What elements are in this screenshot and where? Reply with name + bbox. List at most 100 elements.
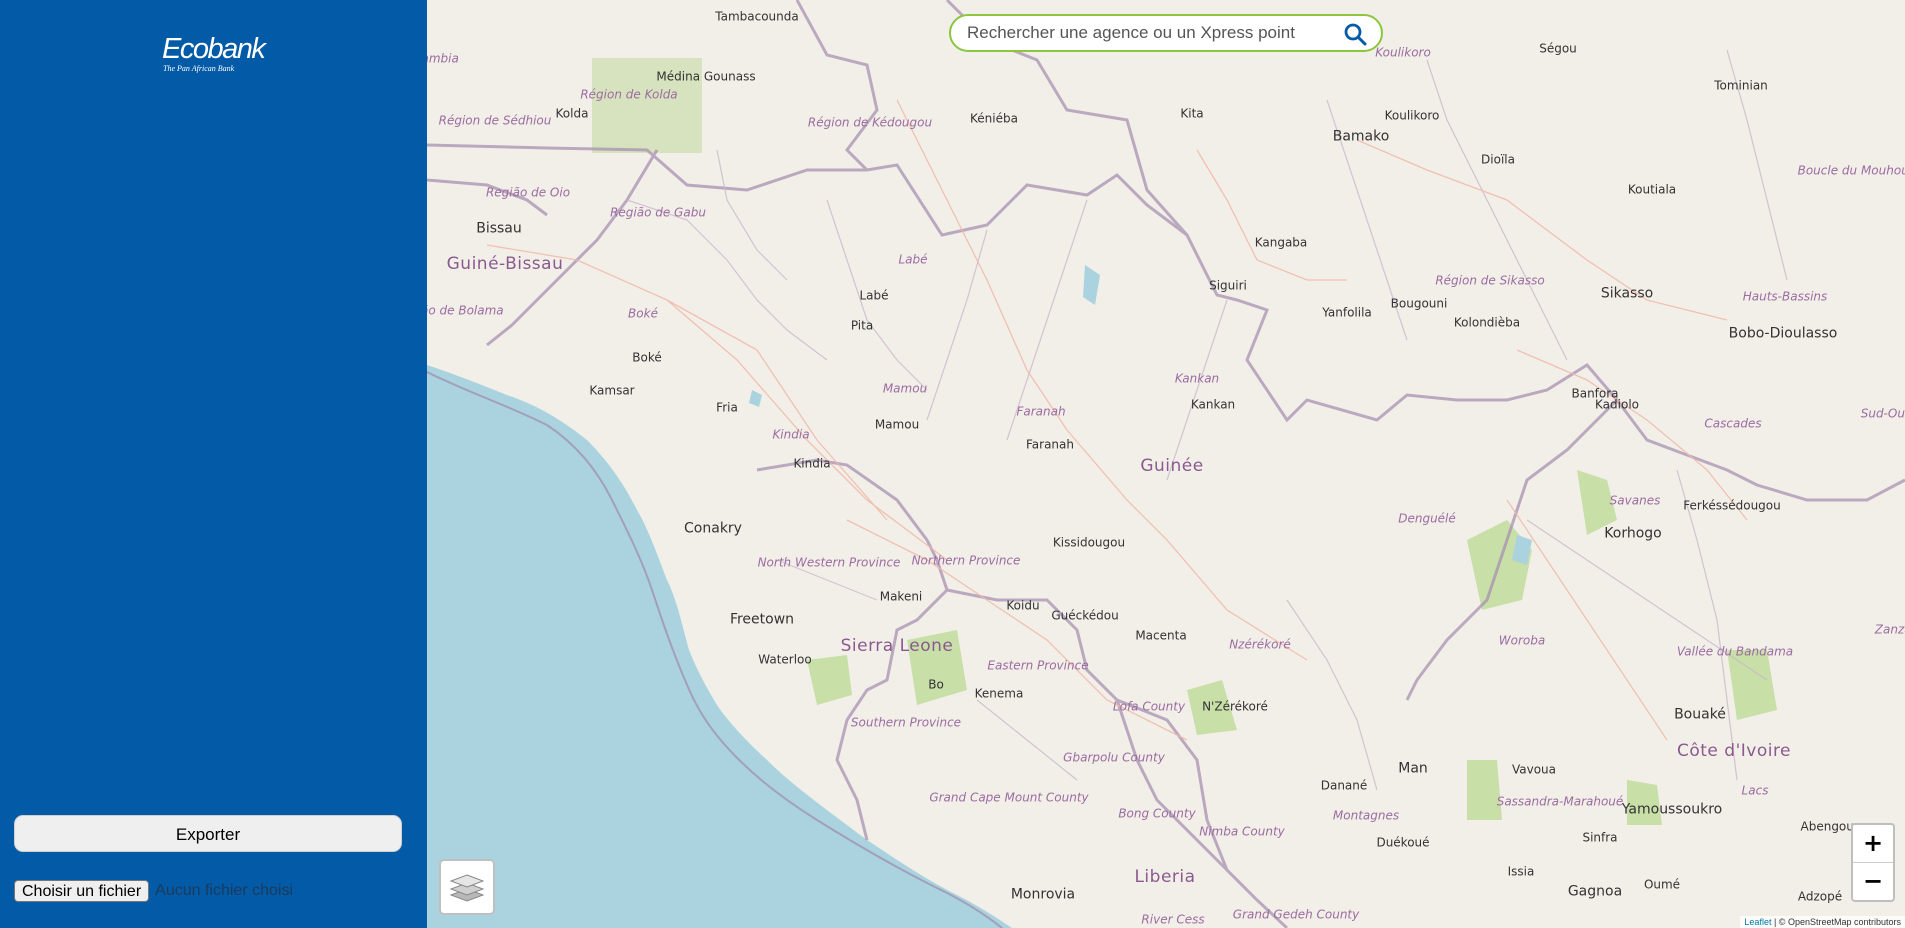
- zoom-out-button[interactable]: −: [1853, 863, 1893, 900]
- search-input[interactable]: [967, 22, 1327, 44]
- city-label: Kangaba: [1254, 235, 1308, 250]
- region-label: Nzérékoré: [1229, 637, 1291, 652]
- city-label-bissau: Bissau: [476, 220, 522, 237]
- city-label: Macenta: [1135, 628, 1187, 643]
- region-label: Zanzan: [1874, 622, 1905, 637]
- zoom-control: + −: [1851, 823, 1895, 902]
- city-label: Duékoué: [1376, 835, 1430, 850]
- region-label: Sud-Ouest: [1860, 406, 1905, 421]
- region-label: Labé: [898, 252, 928, 267]
- region-label: Denguélé: [1398, 511, 1456, 526]
- region-label: Mamou: [882, 381, 928, 396]
- city-label: Bo: [928, 677, 944, 692]
- region-label: Région de Kédougou: [807, 115, 933, 130]
- city-label: Ferkéssédougou: [1683, 498, 1781, 513]
- city-label: Tambacounda: [715, 9, 799, 24]
- city-label: Faranah: [1025, 437, 1075, 452]
- region-label: Eastern Province: [987, 658, 1089, 673]
- city-label-monrovia: Monrovia: [1010, 886, 1076, 903]
- region-label: Région de Sikasso: [1435, 273, 1545, 288]
- region-label: Cascades: [1704, 416, 1762, 431]
- city-label: Danané: [1320, 778, 1368, 793]
- region-label: Bong County: [1118, 806, 1196, 821]
- city-label: N'Zérékoré: [1202, 699, 1268, 714]
- city-label: Koutiala: [1627, 182, 1677, 197]
- city-label: Kenema: [974, 686, 1024, 701]
- city-label: Ségou: [1539, 41, 1577, 56]
- export-button[interactable]: Exporter: [14, 815, 402, 852]
- region-label: Hauts-Bassins: [1742, 289, 1828, 304]
- region-label: Boucle du Mouhoun: [1797, 163, 1905, 178]
- city-label: Waterloo: [758, 652, 812, 667]
- city-label: Kankan: [1190, 397, 1236, 412]
- city-label: Man: [1398, 760, 1428, 777]
- region-label: Lofa County: [1112, 699, 1186, 714]
- region-label: Kankan: [1174, 371, 1220, 386]
- region-label: Faranah: [1016, 404, 1066, 419]
- city-label: Vavoua: [1511, 762, 1557, 777]
- city-label-freetown: Freetown: [729, 611, 795, 628]
- region-label: Sassandra-Marahoué: [1496, 794, 1624, 809]
- lake: [1083, 265, 1100, 305]
- city-label-bamako: Bamako: [1332, 128, 1390, 145]
- leaflet-link[interactable]: Leaflet: [1744, 917, 1771, 927]
- region-label: Vallée du Bandama: [1676, 644, 1794, 659]
- region-label: River Cess: [1141, 912, 1205, 927]
- ecobank-logo: Ecobank The Pan African Bank: [162, 33, 266, 73]
- city-label: Gagnoa: [1567, 883, 1623, 900]
- country-label-cote-divoire: Côte d'Ivoire: [1676, 741, 1792, 762]
- city-label: Sikasso: [1600, 285, 1654, 302]
- region-label: Savanes: [1609, 493, 1661, 508]
- city-label-yamoussoukro: Yamoussoukro: [1621, 801, 1723, 818]
- city-label: Koidu: [1006, 598, 1040, 613]
- region-label: Mambia: [427, 51, 459, 66]
- city-label: Adzopé: [1797, 889, 1843, 904]
- region-label: Région de Kolda: [580, 87, 678, 102]
- city-label: Labé: [859, 288, 889, 303]
- region-label: Woroba: [1498, 633, 1546, 648]
- layers-icon: [449, 874, 485, 902]
- region-label: Lacs: [1741, 783, 1769, 798]
- city-label: Médina Gounass: [656, 69, 756, 84]
- logo-tagline: The Pan African Bank: [163, 64, 235, 73]
- city-label: Kadiolo: [1595, 397, 1639, 412]
- forest: [1467, 760, 1502, 820]
- region-label: Southern Province: [850, 715, 962, 730]
- search-bar: [949, 14, 1383, 52]
- region-label: Koulikoro: [1375, 45, 1431, 60]
- region-label: Montagnes: [1332, 808, 1400, 823]
- city-label: Kolda: [555, 106, 589, 121]
- logo-name: Ecobank: [162, 33, 266, 65]
- layers-control[interactable]: [439, 859, 495, 915]
- file-input: Choisir un fichier Aucun fichier choisi: [14, 879, 293, 903]
- file-status: Aucun fichier choisi: [155, 882, 293, 899]
- map-attribution: Leaflet | © OpenStreetMap contributors: [1740, 916, 1905, 928]
- region-label: Northern Province: [911, 553, 1021, 568]
- region-label: Região de Bolama: [427, 303, 504, 318]
- region-label: Região de Gabu: [610, 205, 706, 220]
- forest: [1727, 650, 1777, 720]
- city-label: Issia: [1507, 864, 1535, 879]
- region-label: Boké: [628, 306, 658, 321]
- region-label: Région de Sédhiou: [438, 113, 552, 128]
- country-label-sierra-leone: Sierra Leone: [840, 636, 954, 657]
- city-label: Tominian: [1714, 78, 1768, 93]
- city-label: Bougouni: [1390, 296, 1448, 311]
- city-label: Yanfolila: [1322, 305, 1372, 320]
- city-label: Boké: [632, 350, 662, 365]
- city-label: Koulikoro: [1384, 108, 1440, 123]
- city-label-conakry: Conakry: [684, 520, 742, 537]
- map[interactable]: Bissau Conakry Freetown Monrovia Bamako …: [427, 0, 1905, 928]
- zoom-in-button[interactable]: +: [1853, 825, 1893, 863]
- region-label: Grand Cape Mount County: [929, 790, 1089, 805]
- city-label: Bouaké: [1674, 706, 1726, 723]
- lake: [749, 390, 762, 407]
- city-label: Oumé: [1643, 877, 1681, 892]
- region-label: North Western Province: [757, 555, 901, 570]
- search-icon[interactable]: [1343, 22, 1367, 46]
- region-label: Região de Oio: [485, 185, 571, 200]
- city-label: Kissidougou: [1052, 535, 1126, 550]
- choose-file-button[interactable]: Choisir un fichier: [14, 880, 150, 902]
- city-label: Kolondièba: [1453, 315, 1521, 330]
- region-label: Nimba County: [1199, 824, 1285, 839]
